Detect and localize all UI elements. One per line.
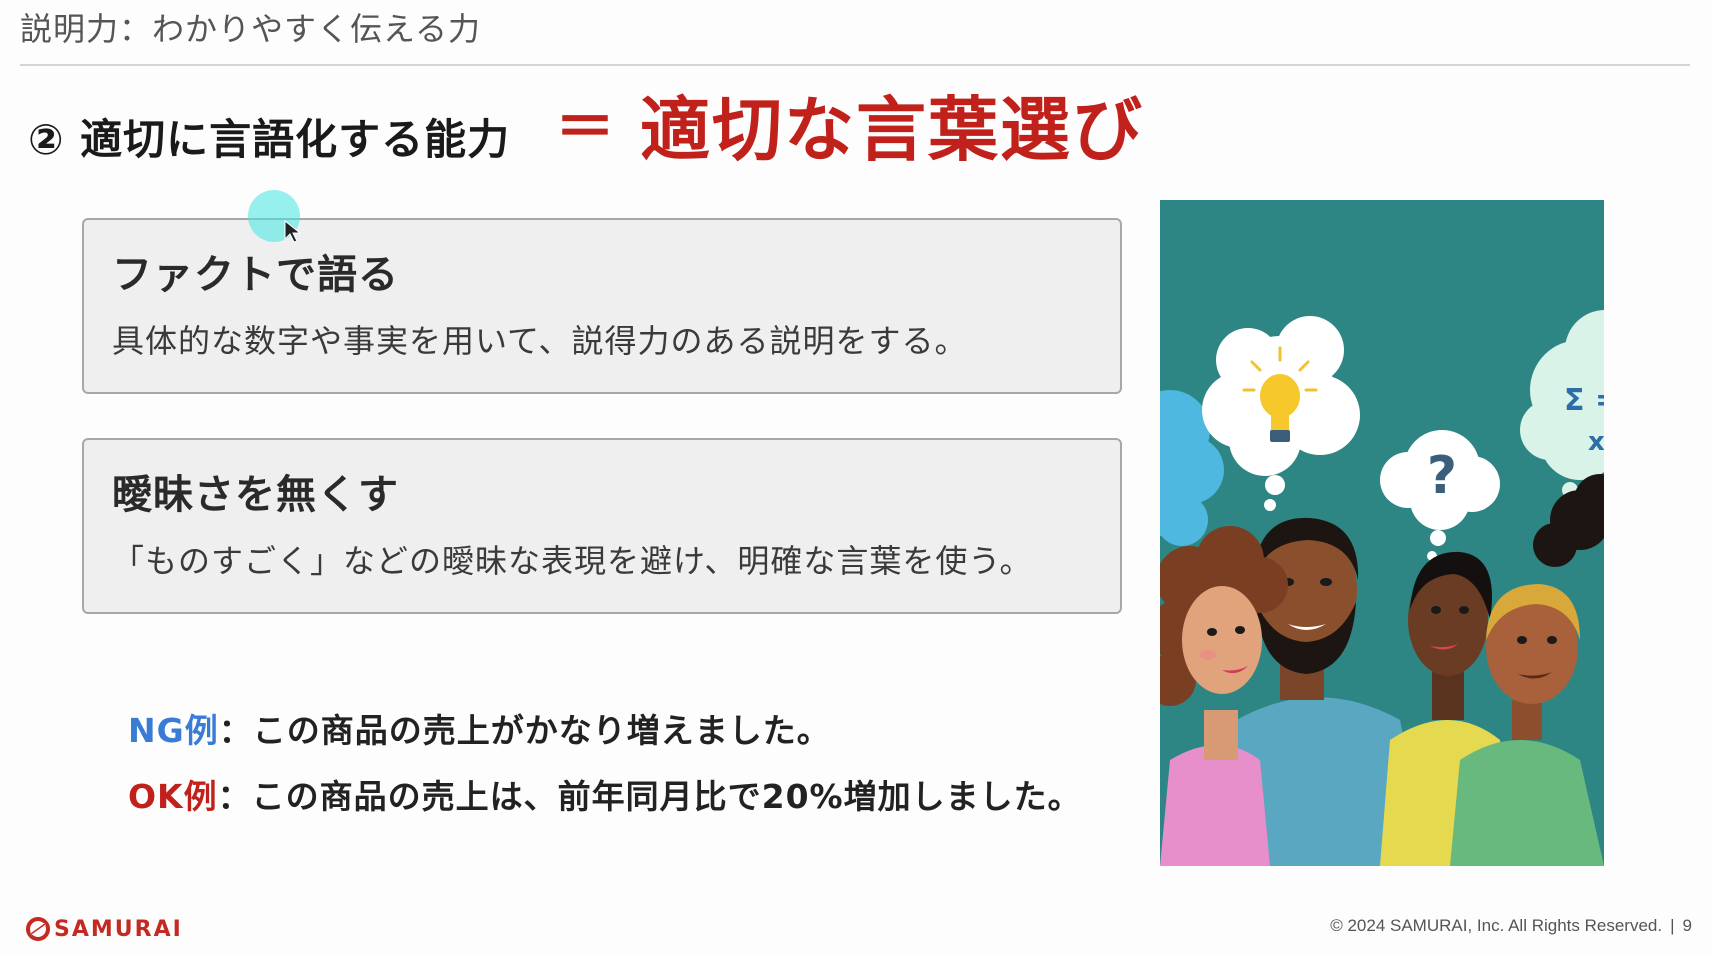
equals-sign: ＝ — [555, 93, 615, 163]
mouse-pointer-icon — [284, 220, 302, 243]
people-thinking-illustration: ? Σ = x — [1160, 200, 1604, 866]
slide-subtitle: ② 適切に言語化する能力 — [28, 115, 511, 164]
ng-text: この商品の売上がかなり増えました。 — [252, 711, 831, 750]
example-ng: NG例：この商品の売上がかなり増えました。 — [128, 704, 831, 752]
slide-highlight: 適切な言葉選び — [640, 89, 1144, 171]
samurai-logo-mark-icon — [26, 917, 50, 941]
card-title: ファクトで語る — [112, 252, 399, 298]
math-sigma: Σ = — [1564, 383, 1604, 418]
card-title: 曖昧さを無くす — [112, 472, 399, 518]
card-description: 「ものすごく」などの曖昧な表現を避け、明確な言葉を使う。 — [112, 542, 1033, 580]
footer-copyright: © 2024 SAMURAI, Inc. All Rights Reserved… — [1330, 916, 1692, 936]
header-divider — [20, 64, 1690, 66]
question-mark-icon: ? — [1427, 446, 1457, 506]
footer-separator: | — [1670, 916, 1675, 935]
card-ambiguity: 曖昧さを無くす 「ものすごく」などの曖昧な表現を避け、明確な言葉を使う。 — [82, 438, 1122, 614]
copyright-text: © 2024 SAMURAI, Inc. All Rights Reserved… — [1330, 916, 1663, 935]
logo-text: SAMURAI — [54, 916, 183, 942]
card-fact: ファクトで語る 具体的な数字や事実を用いて、説得力のある説明をする。 — [82, 218, 1122, 394]
ok-separator: ： — [217, 777, 252, 816]
example-ok: OK例：この商品の売上は、前年同月比で20%増加しました。 — [128, 770, 1082, 818]
math-x: x — [1588, 427, 1604, 457]
ok-text: この商品の売上は、前年同月比で20%増加しました。 — [251, 777, 1082, 816]
header-title: 説明力：わかりやすく伝える力 — [20, 10, 482, 48]
page-number: 9 — [1682, 916, 1692, 935]
ok-label: OK例 — [128, 777, 218, 816]
samurai-logo: SAMURAI — [26, 916, 183, 942]
ng-separator: ： — [218, 711, 253, 750]
ng-label: NG例 — [128, 711, 219, 750]
card-description: 具体的な数字や事実を用いて、説得力のある説明をする。 — [112, 322, 968, 360]
